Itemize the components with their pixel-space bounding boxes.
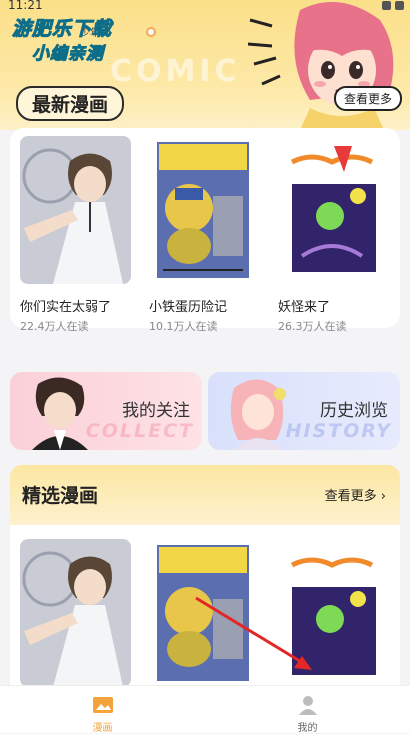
manga-item-1[interactable]: 你们实在太弱了 22.4万人在读 [20, 136, 131, 334]
featured-cover-2 [149, 539, 260, 687]
manga-cover-1 [20, 136, 131, 284]
featured-manga-card [10, 525, 400, 687]
status-time: 11:21 [8, 0, 43, 12]
manga-cover-3 [278, 136, 389, 284]
nav-comics[interactable]: 漫画 [0, 686, 205, 734]
history-tile-label: 历史浏览 [320, 401, 388, 421]
featured-see-more-button[interactable]: 查看更多 › [325, 485, 386, 504]
featured-manga-list [20, 539, 389, 691]
manga-item-2[interactable]: 小铁蛋历险记 10.1万人在读 [149, 136, 260, 334]
manga-title: 妖怪来了 [278, 300, 331, 315]
history-character-art [230, 379, 286, 450]
collect-tile-label: 我的关注 [122, 401, 190, 421]
collect-tile[interactable]: COLLECT 我的关注 [10, 372, 202, 450]
featured-cover-3 [278, 539, 389, 687]
collect-tile-en: COLLECT [85, 420, 194, 442]
manga-title: 小铁蛋历险记 [149, 300, 228, 315]
manga-title: 你们实在太弱了 [20, 300, 112, 315]
manga-reads: 10.1万人在读 [149, 320, 218, 333]
wifi-icon [382, 1, 391, 10]
nav-mine[interactable]: 我的 [205, 686, 410, 734]
featured-item-1[interactable] [20, 539, 131, 691]
watermark-line2: 小编亲测 [32, 44, 104, 65]
watermark: 游肥乐下载 小编亲测 [12, 14, 152, 65]
status-icons [382, 1, 404, 10]
manga-item-3[interactable]: 妖怪来了 26.3万人在读 [278, 136, 389, 334]
user-icon [298, 696, 317, 715]
latest-manga-card: 你们实在太弱了 22.4万人在读 小铁蛋历险记 10.1万人在读 妖怪来了 26… [10, 128, 400, 333]
featured-item-3[interactable] [278, 539, 389, 691]
comics-icon [92, 697, 113, 713]
status-bar: 11:21 [0, 0, 410, 14]
watermark-line1: 游肥乐下载 [12, 18, 113, 41]
latest-manga-list: 你们实在太弱了 22.4万人在读 小铁蛋历险记 10.1万人在读 妖怪来了 26… [20, 136, 389, 334]
featured-section-title: 精选漫画 [22, 485, 99, 507]
battery-icon [395, 1, 404, 10]
quick-tiles: COLLECT 我的关注 HISTORY 历史浏览 [10, 372, 400, 452]
bottom-nav: 漫画 我的 [0, 685, 410, 734]
manga-reads: 22.4万人在读 [20, 320, 89, 333]
history-tile-en: HISTORY [285, 420, 392, 442]
hero-see-more-button[interactable]: 查看更多 [333, 86, 402, 111]
history-tile[interactable]: HISTORY 历史浏览 [208, 372, 400, 450]
manga-reads: 26.3万人在读 [278, 320, 347, 333]
manga-cover-2 [149, 136, 260, 284]
featured-header: 精选漫画 查看更多 › [10, 465, 400, 525]
latest-section-title: 最新漫画 [16, 86, 125, 121]
featured-item-2[interactable] [149, 539, 260, 691]
featured-cover-1 [20, 539, 131, 687]
